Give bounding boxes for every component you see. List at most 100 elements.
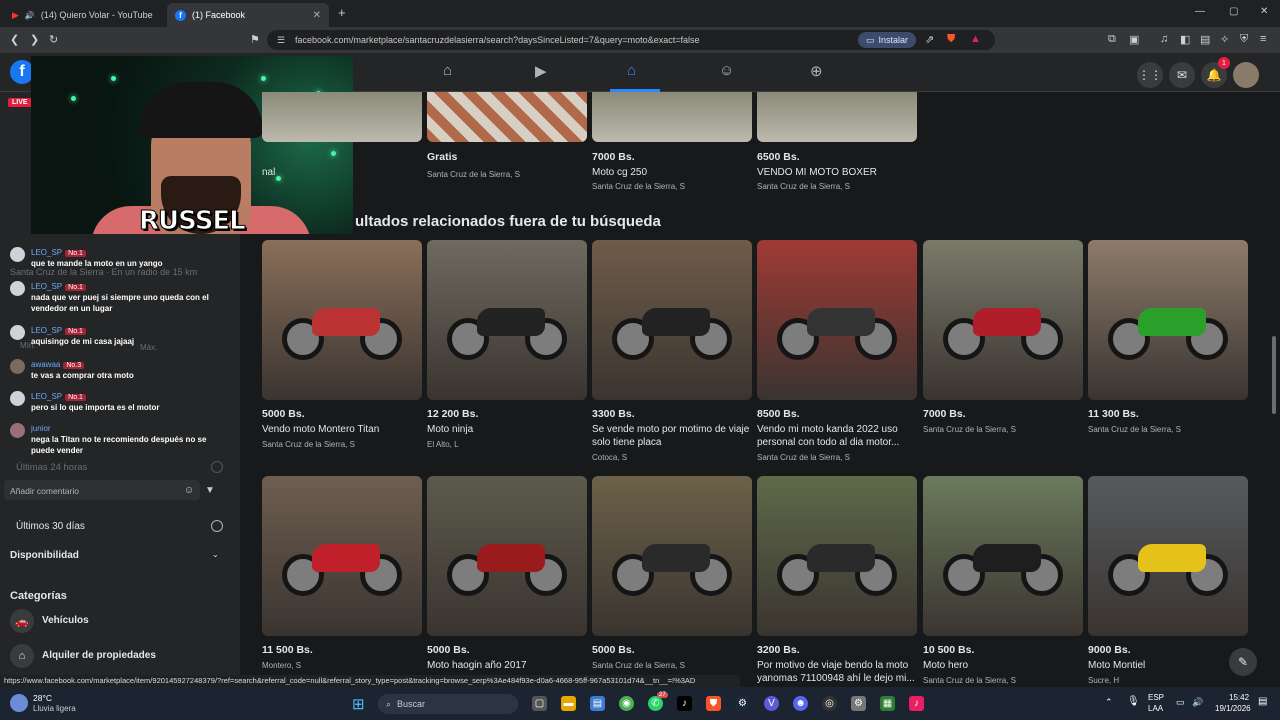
listing-photo[interactable] bbox=[592, 92, 752, 142]
close-tab-icon[interactable]: ✕ bbox=[313, 10, 321, 21]
screenshot-icon[interactable]: ▣ bbox=[1129, 33, 1139, 46]
listing-card[interactable]: 11 300 Bs. Santa Cruz de la Sierra, S bbox=[1088, 240, 1248, 434]
listing-photo[interactable] bbox=[262, 240, 422, 400]
taskbar-search[interactable]: ⌕ Buscar bbox=[378, 694, 518, 714]
music-icon[interactable]: ♫ bbox=[1160, 33, 1168, 45]
emoji-icon[interactable]: ☺ bbox=[184, 485, 194, 496]
listing-card[interactable]: 3200 Bs. Por motivo de viaje bendo la mot… bbox=[757, 476, 917, 684]
listing-card[interactable]: 3300 Bs. Se vende moto por motimo de viaj… bbox=[592, 240, 752, 462]
tiktok-icon[interactable]: ♪ bbox=[677, 696, 692, 711]
minimize-button[interactable]: — bbox=[1195, 6, 1205, 17]
steam-icon[interactable]: ⚙ bbox=[735, 696, 750, 711]
bookmark-icon[interactable]: ⚑ bbox=[250, 33, 260, 46]
store-icon[interactable]: ▤ bbox=[590, 696, 605, 711]
obs-icon[interactable]: ◎ bbox=[822, 696, 837, 711]
brave-shield-icon[interactable]: ⛊ bbox=[947, 33, 955, 46]
video-icon[interactable]: ▶ bbox=[535, 62, 547, 80]
availability-filter[interactable]: Disponibilidad bbox=[10, 550, 79, 561]
listing-photo[interactable] bbox=[592, 240, 752, 400]
task-view-icon[interactable]: ▢ bbox=[532, 696, 547, 711]
listing-card[interactable]: 5000 Bs. Santa Cruz de la Sierra, S bbox=[592, 476, 752, 670]
app-icon[interactable]: ▦ bbox=[880, 696, 895, 711]
menu-grid-icon[interactable]: ⋮⋮ bbox=[1137, 62, 1163, 88]
listing-card[interactable]: 7000 Bs. Moto cg 250 Santa Cruz de la Sier… bbox=[592, 92, 752, 191]
notification-center-icon[interactable]: ▤ bbox=[1258, 696, 1267, 707]
filter-last-30d[interactable]: Últimos 30 días bbox=[16, 521, 85, 532]
wallet-icon[interactable]: ▤ bbox=[1200, 33, 1210, 46]
home-icon[interactable]: ⌂ bbox=[443, 62, 452, 79]
listing-card[interactable]: 6500 Bs. VENDO MI MOTO BOXER Santa Cruz de… bbox=[757, 92, 917, 191]
messenger-icon[interactable]: ✉ bbox=[1169, 62, 1195, 88]
site-info-icon[interactable]: ☰ bbox=[277, 35, 285, 46]
extensions-icon[interactable]: ⧉ bbox=[1108, 33, 1116, 46]
tiktok-live-icon[interactable]: ♪ bbox=[909, 696, 924, 711]
language-code[interactable]: ESP bbox=[1148, 693, 1164, 702]
listing-photo[interactable] bbox=[262, 92, 422, 142]
listing-card[interactable]: nal bbox=[262, 92, 422, 178]
sidebar-icon[interactable]: ◧ bbox=[1180, 33, 1190, 46]
maximize-button[interactable]: ▢ bbox=[1229, 6, 1238, 17]
category-rental[interactable]: Alquiler de propiedades bbox=[42, 650, 156, 661]
listing-photo[interactable] bbox=[427, 92, 587, 142]
brave-icon[interactable]: ⛊ bbox=[706, 696, 721, 711]
listing-card[interactable]: 5000 Bs. Moto haogin año 2017 bbox=[427, 476, 587, 671]
listing-photo[interactable] bbox=[757, 476, 917, 636]
listing-photo[interactable] bbox=[757, 92, 917, 142]
marketplace-icon[interactable]: ⌂ bbox=[627, 62, 636, 79]
volume-icon[interactable]: 🔊 bbox=[1192, 697, 1203, 708]
listing-card[interactable]: 8500 Bs. Vendo mi moto kanda 2022 uso per… bbox=[757, 240, 917, 462]
vpn-icon[interactable]: ⛨ bbox=[1240, 33, 1248, 46]
network-icon[interactable]: ▭ bbox=[1176, 697, 1185, 708]
listing-photo[interactable] bbox=[1088, 476, 1248, 636]
listing-card[interactable]: Gratis Santa Cruz de la Sierra, S bbox=[427, 92, 587, 179]
listing-photo[interactable] bbox=[923, 240, 1083, 400]
tab-facebook[interactable]: f (1) Facebook ✕ bbox=[167, 3, 329, 27]
listing-photo[interactable] bbox=[923, 476, 1083, 636]
listing-photo[interactable] bbox=[757, 240, 917, 400]
listing-card[interactable]: 11 500 Bs. Montero, S bbox=[262, 476, 422, 670]
listing-photo[interactable] bbox=[1088, 240, 1248, 400]
filter-icon[interactable]: ▼ bbox=[205, 485, 215, 496]
whatsapp-icon[interactable]: ✆ bbox=[648, 696, 663, 711]
chevron-down-icon[interactable]: ⌄ bbox=[212, 550, 219, 559]
listing-photo[interactable] bbox=[592, 476, 752, 636]
close-window-button[interactable]: ✕ bbox=[1260, 6, 1268, 17]
reload-icon[interactable]: ↻ bbox=[49, 33, 58, 46]
radio-last-30d[interactable] bbox=[211, 520, 223, 532]
keyboard-layout[interactable]: LAA bbox=[1148, 704, 1163, 713]
clock-date[interactable]: 19/1/2026 bbox=[1215, 704, 1251, 713]
weather-icon[interactable] bbox=[10, 694, 28, 712]
windows-start-icon[interactable]: ⊞ bbox=[352, 695, 365, 713]
file-explorer-icon[interactable]: ▬ bbox=[561, 696, 576, 711]
brave-rewards-icon[interactable]: ▲ bbox=[970, 33, 981, 45]
discord-icon[interactable]: ☻ bbox=[793, 696, 808, 711]
category-vehicles[interactable]: Vehículos bbox=[42, 615, 89, 626]
listing-photo[interactable] bbox=[262, 476, 422, 636]
listing-card[interactable]: 5000 Bs. Vendo moto Montero Titan Santa Cr… bbox=[262, 240, 422, 449]
install-app-button[interactable]: ▭ Instalar bbox=[858, 32, 917, 48]
listing-card[interactable]: 12 200 Bs. Moto ninja El Alto, L bbox=[427, 240, 587, 449]
listing-card[interactable]: 9000 Bs. Moto Montiel Sucre, H bbox=[1088, 476, 1248, 685]
mic-icon[interactable]: 🎙 bbox=[1127, 696, 1140, 707]
listing-photo[interactable] bbox=[427, 476, 587, 636]
profile-avatar[interactable] bbox=[1233, 62, 1259, 88]
ai-icon[interactable]: ✧ bbox=[1220, 33, 1229, 46]
clock-time[interactable]: 15:42 bbox=[1229, 693, 1249, 702]
back-icon[interactable]: ❮ bbox=[10, 33, 19, 46]
menu-icon[interactable]: ≡ bbox=[1260, 33, 1266, 45]
listing-card[interactable]: 7000 Bs. Santa Cruz de la Sierra, S bbox=[923, 240, 1083, 434]
listing-card[interactable]: 10 500 Bs. Moto hero Santa Cruz de la Sier… bbox=[923, 476, 1083, 685]
gaming-icon[interactable]: ⊕ bbox=[810, 62, 823, 80]
chrome-icon[interactable]: ◉ bbox=[619, 696, 634, 711]
tray-chevron-icon[interactable]: ⌃ bbox=[1105, 697, 1113, 708]
settings-icon[interactable]: ⚙ bbox=[851, 696, 866, 711]
groups-icon[interactable]: ☺ bbox=[719, 62, 734, 79]
new-tab-button[interactable]: + bbox=[338, 5, 346, 20]
share-icon[interactable]: ⇗ bbox=[925, 33, 934, 46]
scrollbar-thumb[interactable] bbox=[1272, 336, 1276, 414]
vpn-app-icon[interactable]: V bbox=[764, 696, 779, 711]
tab-youtube[interactable]: ▶ 🔊 (14) Quiero Volar - YouTube bbox=[4, 3, 166, 27]
listing-photo[interactable] bbox=[427, 240, 587, 400]
compose-button[interactable]: ✎ bbox=[1229, 648, 1257, 676]
forward-icon[interactable]: ❯ bbox=[30, 33, 39, 46]
